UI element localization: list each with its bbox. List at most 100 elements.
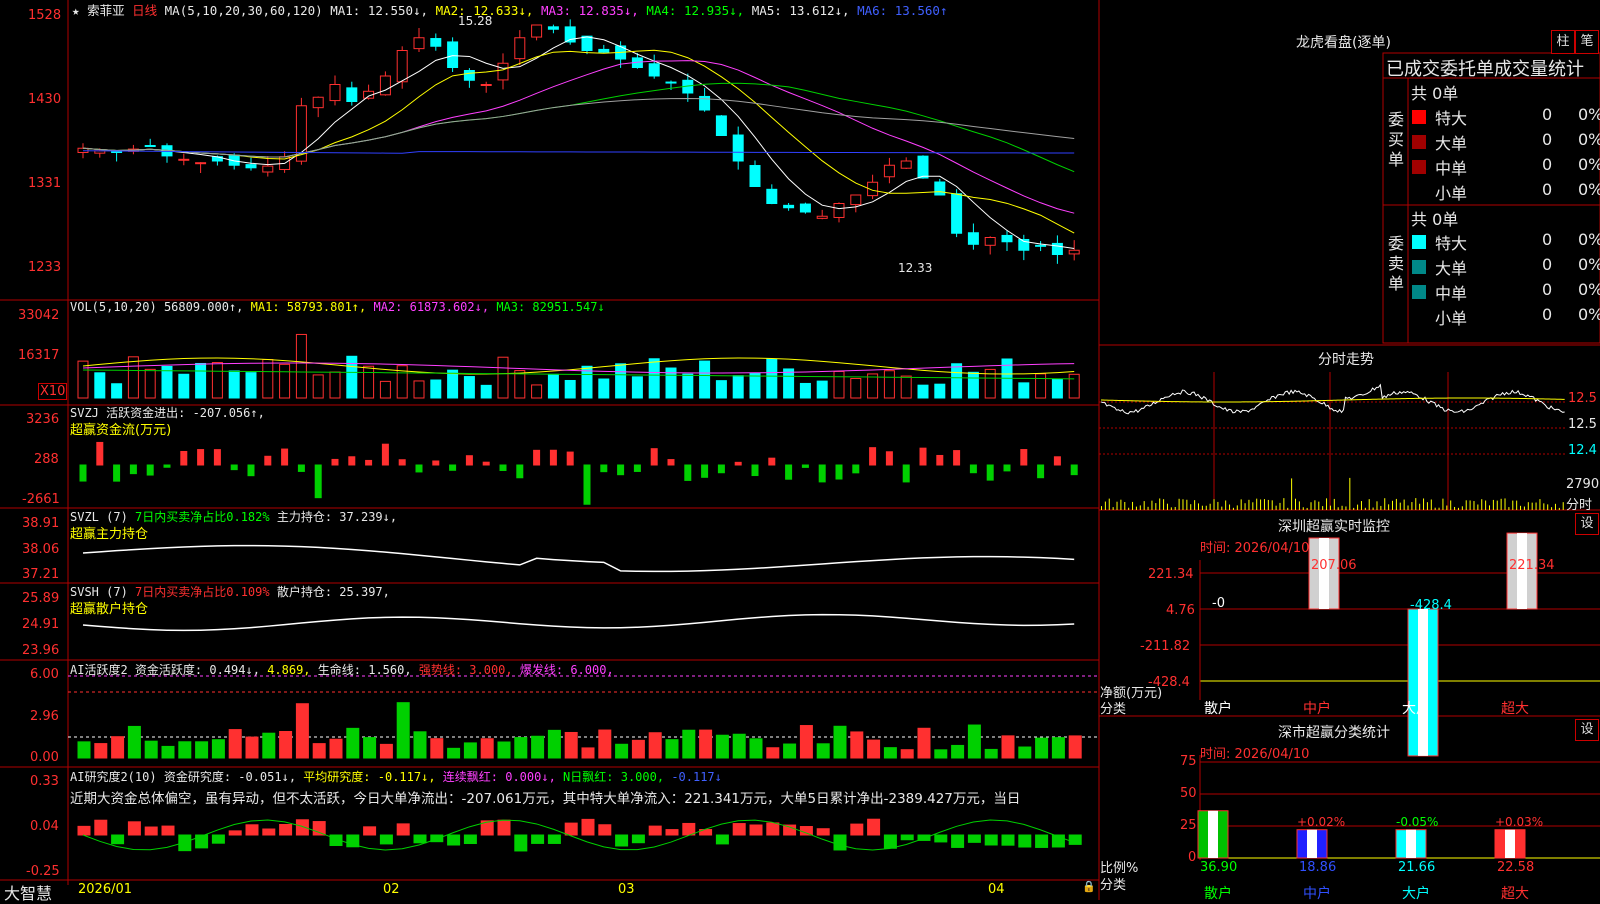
fund-flow-bar — [398, 459, 406, 466]
volume-bar — [245, 372, 257, 399]
activity-bar — [783, 743, 797, 759]
volume-bar — [1035, 373, 1047, 399]
buy-row-v: 0 — [1542, 155, 1553, 174]
fund-flow-bar — [667, 459, 675, 466]
research-bar — [732, 823, 746, 836]
activity-bar — [1018, 746, 1032, 759]
star-icon[interactable]: ★ — [72, 3, 80, 18]
fund-flow-bar — [331, 458, 339, 466]
candle-up — [1068, 249, 1080, 255]
volume-bar — [917, 384, 929, 399]
volume-bar — [564, 379, 576, 399]
intraday-volume-bar — [1523, 506, 1525, 510]
volume-bar — [783, 368, 795, 399]
settings-icon[interactable]: 设 — [1575, 719, 1599, 741]
buy-row-name: 大单 — [1435, 134, 1468, 153]
stock-name: 索菲亚 — [87, 3, 125, 18]
buy-row-v: 0 — [1542, 180, 1553, 199]
intraday-volume-bar — [1345, 506, 1347, 510]
lock-icon[interactable]: 🔒 — [1082, 880, 1096, 893]
intraday-price-label: 12.5 — [1568, 391, 1597, 406]
date-label: 03 — [618, 882, 635, 897]
fund-flow-bar — [953, 450, 961, 466]
intraday-volume-bar — [1481, 499, 1483, 510]
intraday-volume-bar — [1496, 500, 1498, 510]
intraday-volume-bar — [1539, 499, 1541, 510]
intraday-volume-bar — [1392, 500, 1393, 510]
intraday-volume-bar — [1132, 501, 1134, 510]
ma3-value: MA3: 12.835↓, — [540, 3, 639, 18]
research-bar — [178, 834, 192, 852]
sz-monitor-axis-label: 221.34 — [1148, 567, 1194, 582]
research-bar — [228, 830, 242, 836]
volume-bar — [94, 372, 106, 399]
fund-flow-bar — [600, 464, 608, 473]
sz-class-title: 深市超赢分类统计 — [1278, 725, 1390, 741]
buy-row-p: 0% — [1578, 105, 1600, 124]
candle-up — [480, 84, 492, 86]
bar-mode-button[interactable]: 柱 — [1551, 30, 1575, 54]
research-bar — [766, 822, 780, 836]
intraday-volume-label: 2790 — [1566, 477, 1600, 492]
fund-flow-bar — [1037, 464, 1045, 479]
candle-up — [262, 165, 274, 173]
ai2-nday-red: N日飘红: 3.000, — [563, 770, 665, 784]
activity-bar — [581, 747, 595, 759]
intraday-volume-bar — [1209, 503, 1211, 510]
volume-bar — [883, 370, 895, 399]
fund-flow-bar — [516, 464, 524, 479]
candle-up — [329, 84, 341, 102]
intraday-volume-bar — [1194, 500, 1196, 510]
research-bar — [682, 822, 696, 836]
svsh-hold: 散户持仓: 25.397, — [276, 585, 390, 599]
volume-bar — [547, 373, 559, 399]
activity-bar — [211, 739, 225, 759]
research-bar — [1018, 834, 1032, 848]
intraday-volume-bar — [1263, 499, 1265, 510]
fund-flow-bar — [1070, 464, 1078, 476]
research-bar — [531, 834, 545, 844]
fund-flow-bar — [197, 449, 205, 466]
sz-monitor-category: 中户 — [1303, 701, 1331, 717]
period-label[interactable]: 日线 — [132, 3, 157, 18]
svsh-axis-label: 25.89 — [22, 591, 60, 606]
intraday-volume-bar — [1155, 503, 1157, 510]
sz-class-axis-label: 50 — [1180, 786, 1197, 801]
research-bar — [665, 829, 679, 836]
intraday-volume-bar — [1469, 500, 1471, 510]
activity-bar — [799, 725, 813, 759]
research-bar — [127, 821, 141, 836]
volume-bar — [497, 356, 509, 399]
vol-unit-badge[interactable]: X10 — [38, 383, 68, 400]
activity-bar — [648, 732, 662, 759]
intraday-volume-bar — [1287, 507, 1289, 510]
intraday-volume-bar — [1516, 500, 1518, 510]
intraday-volume-bar — [1232, 507, 1234, 510]
ai1-lifeline: 生命线: 1.560, — [317, 663, 412, 677]
activity-bar — [245, 736, 259, 759]
svzl-title: SVZL (7) — [70, 510, 128, 524]
activity-bar — [900, 749, 914, 759]
activity-bar — [1035, 737, 1049, 759]
chart-canvas[interactable] — [0, 0, 1600, 900]
intraday-volume-bar — [1376, 501, 1378, 510]
sz-monitor-bar-highlight — [1418, 609, 1428, 756]
intraday-title: 分时走势 — [1318, 352, 1374, 368]
tick-mode-button[interactable]: 笔 — [1575, 30, 1599, 54]
intraday-volume-bar — [1112, 507, 1114, 510]
vol-ma3: MA3: 82951.547↓ — [496, 300, 605, 314]
intraday-volume-bar — [1108, 498, 1110, 510]
candle-down — [951, 193, 963, 234]
sz-class-category: 中户 — [1303, 886, 1331, 902]
volume-bar — [228, 370, 240, 399]
ai2-title: AI研究度2(10) — [70, 770, 157, 784]
intraday-volume-bar — [1291, 478, 1293, 510]
svzl-hold: 主力持仓: 37.239↓, — [276, 510, 398, 524]
candle-down — [598, 48, 610, 53]
ai1-axis-label: 0.00 — [30, 750, 59, 765]
candle-down — [715, 115, 727, 136]
research-bar — [463, 834, 477, 845]
intraday-volume-bar — [1337, 507, 1339, 510]
settings-icon[interactable]: 设 — [1575, 513, 1599, 535]
sz-class-change: +0.03% — [1495, 815, 1544, 829]
